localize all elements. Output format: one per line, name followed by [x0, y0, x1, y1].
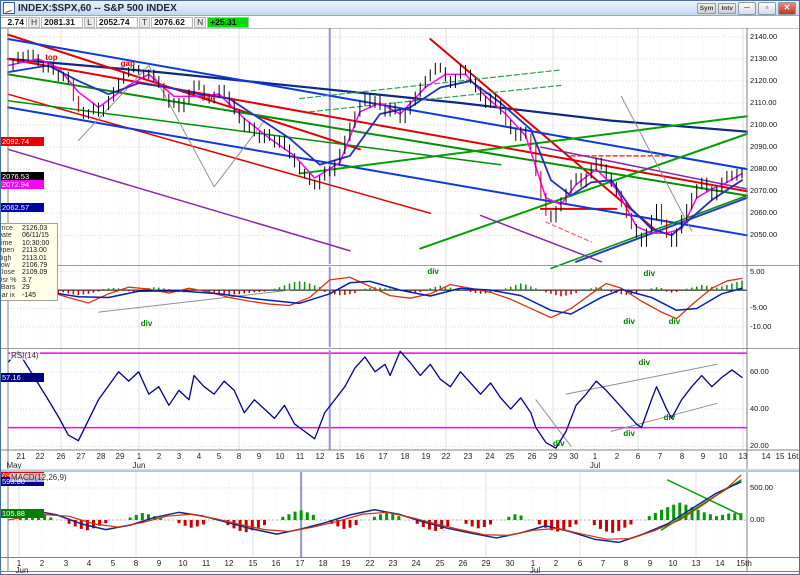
quote-field-label: H	[28, 17, 40, 28]
quote-field-label: N	[194, 17, 206, 28]
quote-field-value: 2081.31	[41, 17, 83, 28]
data-window-row: #Bars29	[0, 284, 55, 291]
chart-canvas[interactable]	[0, 0, 800, 575]
quote-field-value: +25.31	[207, 17, 249, 28]
quote-fields: H2081.31L2052.74T2076.62N+25.31	[28, 17, 250, 28]
data-window-row: High2113.01	[0, 255, 55, 262]
quote-field-value: 2076.62	[151, 17, 193, 28]
window-title: INDEX:$SPX,60 -- S&P 500 INDEX	[18, 3, 177, 14]
quote-leading-value: 2.74	[0, 17, 27, 28]
data-window-row: Close2109.09	[0, 269, 55, 276]
pane-splitter[interactable]	[0, 469, 800, 472]
window-buttons: Sym Intv ─ ▫ ✕	[697, 2, 799, 15]
chart-app-icon	[3, 2, 15, 14]
minimize-button[interactable]: ─	[738, 2, 756, 15]
close-button[interactable]: ✕	[778, 2, 796, 15]
quote-field-label: L	[84, 17, 95, 28]
data-window-row: Date06/11/15	[0, 232, 55, 239]
quote-field-label: T	[139, 17, 150, 28]
data-window-row: Osr %3.7	[0, 277, 55, 284]
title-bar[interactable]: INDEX:$SPX,60 -- S&P 500 INDEX Sym Intv …	[1, 1, 799, 16]
data-window-row: Open2113.00	[0, 247, 55, 254]
histograms	[20, 281, 742, 533]
sym-button[interactable]: Sym	[697, 3, 717, 14]
quote-bar: 2.74 H2081.31L2052.74T2076.62N+25.31	[0, 16, 800, 28]
data-window-row: Low2106.79	[0, 262, 55, 269]
data-window-row: Time10:30:00	[0, 240, 55, 247]
data-window: Price2126.03Date06/11/15Time10:30:00Open…	[0, 223, 58, 301]
quote-field-value: 2052.74	[96, 17, 138, 28]
intv-button[interactable]: Intv	[718, 3, 736, 14]
data-window-row: Bar ix-145	[0, 292, 55, 299]
maximize-button[interactable]: ▫	[758, 2, 776, 15]
reference-lines	[8, 290, 747, 520]
data-window-row: Price2126.03	[0, 225, 55, 232]
